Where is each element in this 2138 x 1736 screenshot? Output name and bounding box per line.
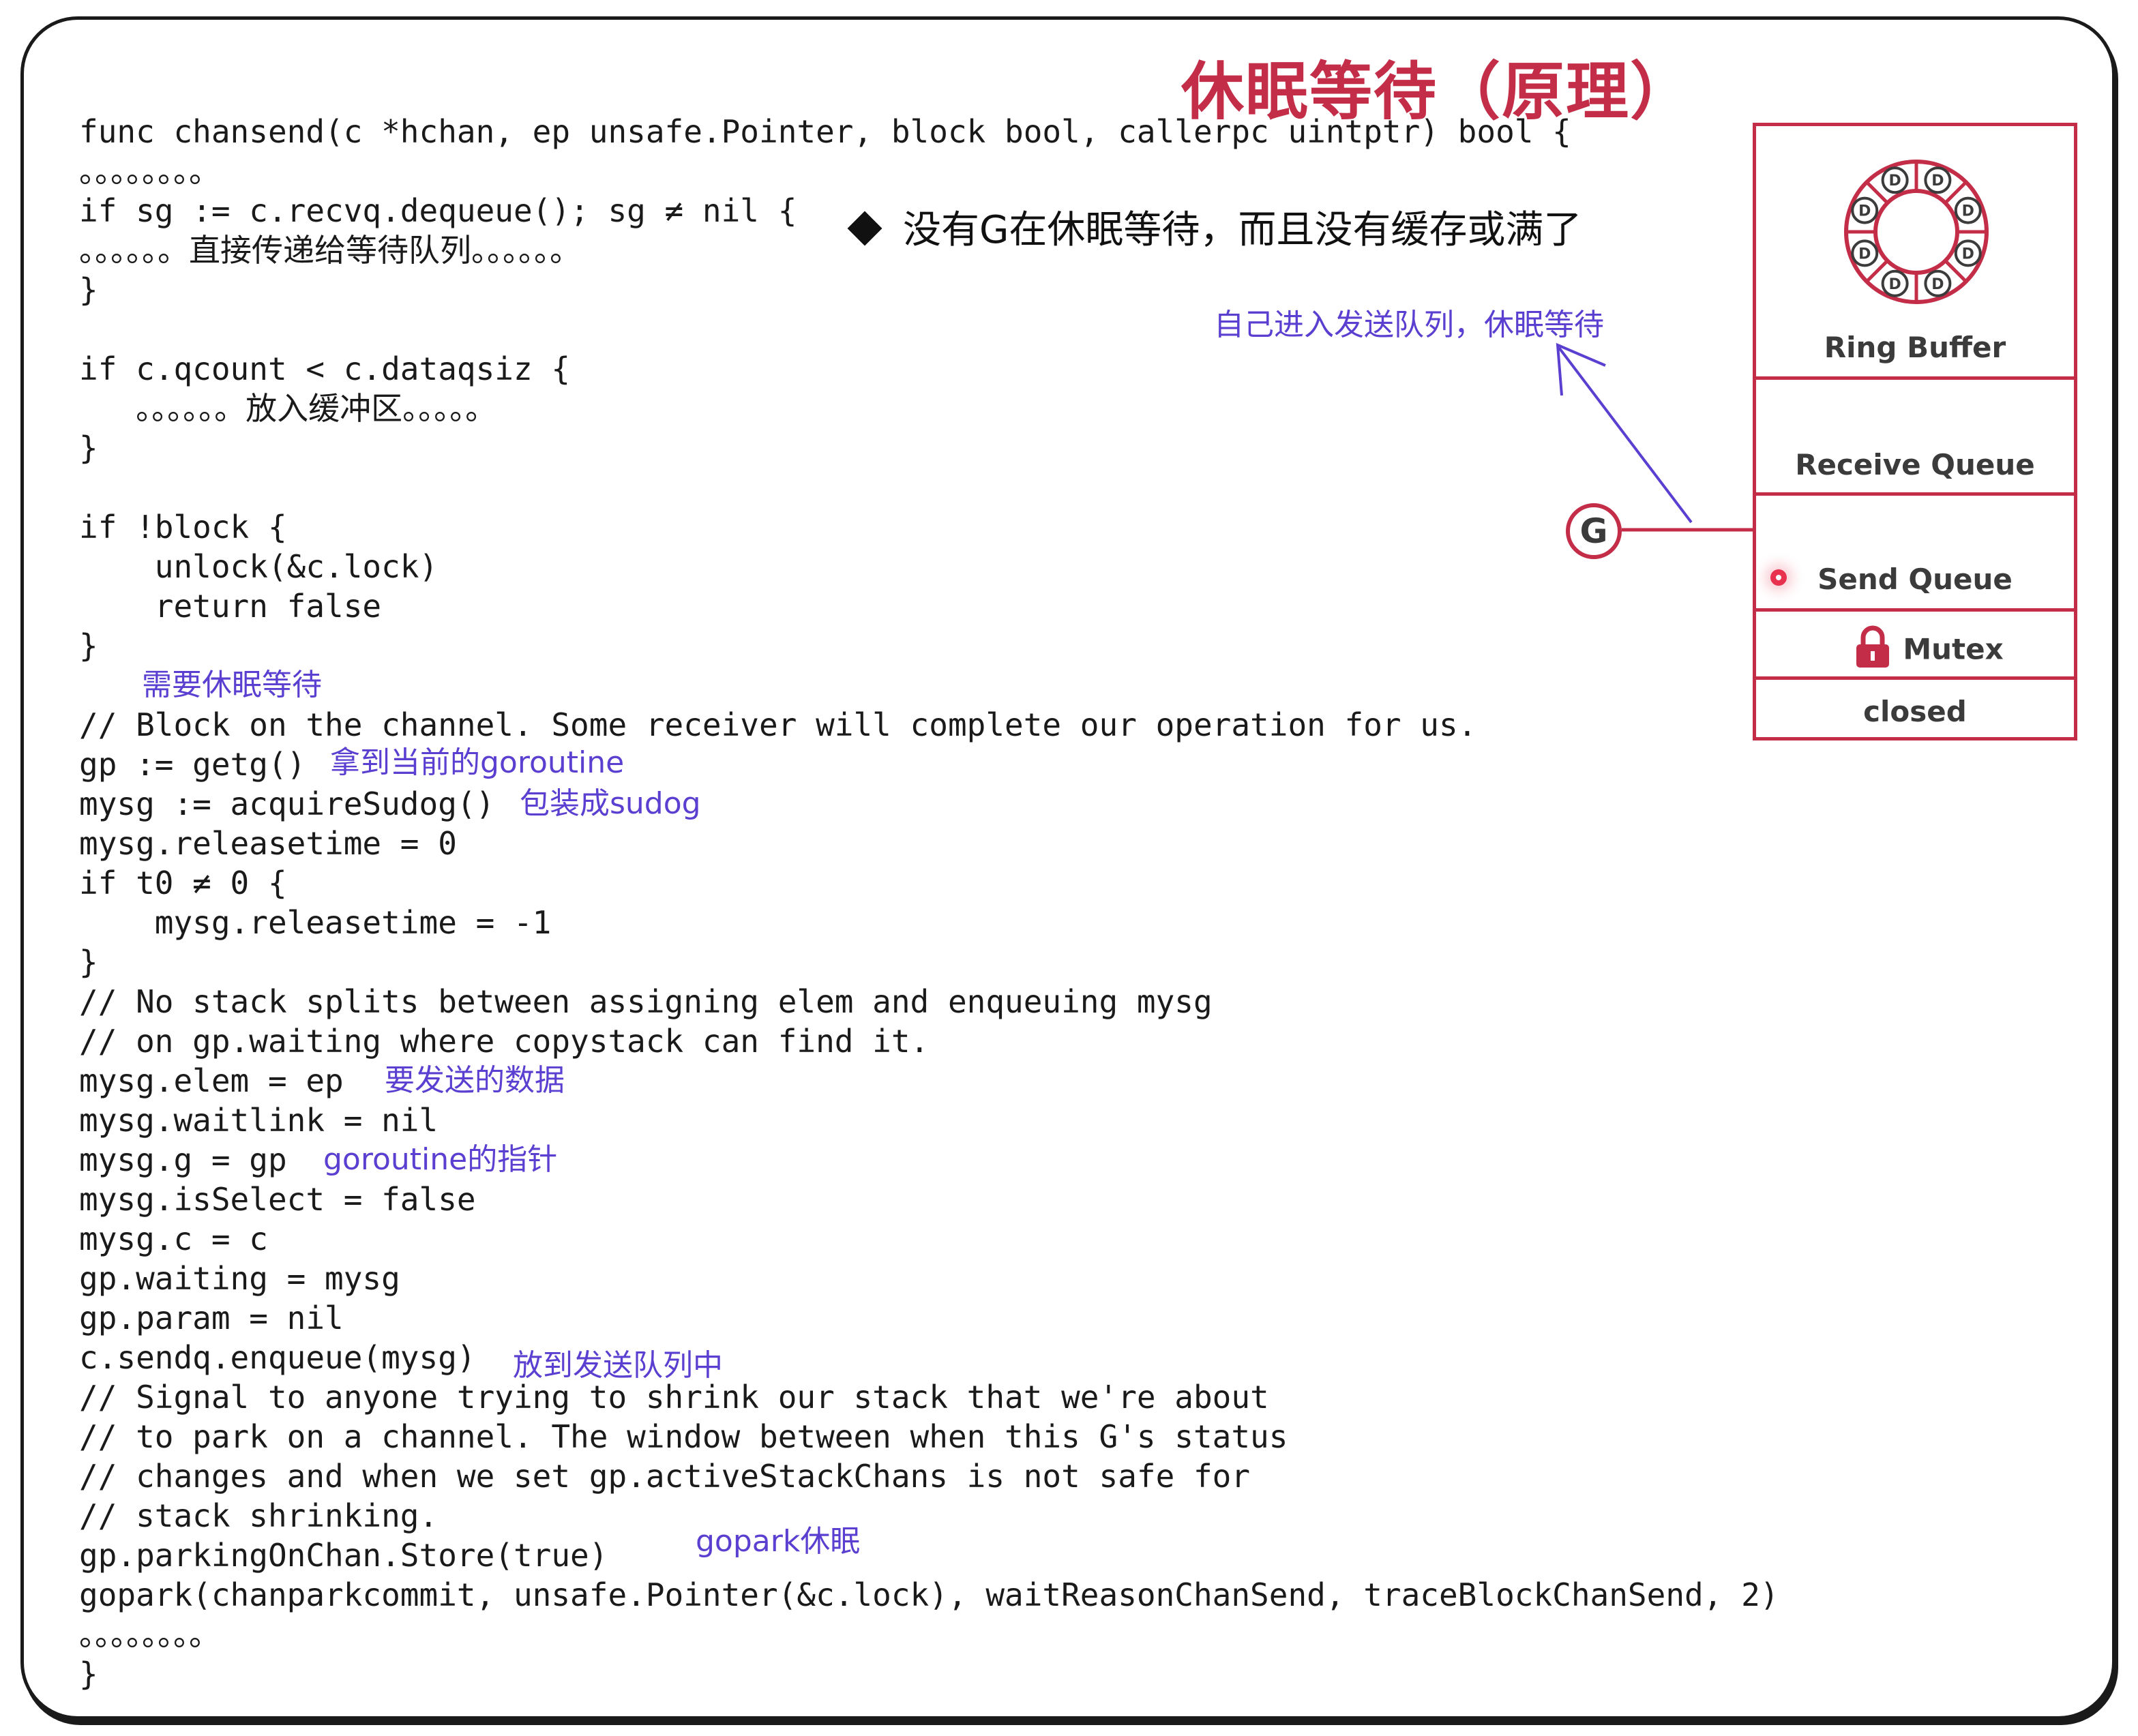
svg-text:D: D	[1858, 245, 1871, 263]
svg-text:D: D	[1962, 245, 1974, 263]
ring-slot: D	[1881, 166, 1909, 194]
closed-label: closed	[1863, 695, 1967, 728]
lock-icon	[1856, 625, 1890, 668]
ring-slot: D	[1851, 239, 1879, 267]
closed-cell: closed	[1756, 680, 2074, 744]
ring-buffer-icon: DDDDDDDD	[1844, 160, 1989, 304]
svg-text:D: D	[1858, 203, 1871, 220]
ring-slot: D	[1851, 196, 1879, 224]
ring-buffer-cell: DDDDDDDD Ring Buffer	[1756, 126, 2074, 380]
send-queue-cell: Send Queue	[1756, 496, 2074, 612]
mutex-row: Mutex	[1756, 625, 2074, 673]
mutex-cell: Mutex	[1756, 612, 2074, 680]
svg-text:D: D	[1962, 203, 1974, 220]
svg-text:D: D	[1931, 276, 1944, 293]
ring-slot: D	[1881, 269, 1909, 297]
svg-text:D: D	[1931, 173, 1944, 190]
mutex-label: Mutex	[1903, 632, 2004, 666]
receive-queue-label: Receive Queue	[1795, 448, 2035, 481]
send-queue-marker-dot	[1770, 569, 1787, 586]
ring-slot: D	[1954, 196, 1982, 224]
svg-text:D: D	[1888, 173, 1901, 190]
arrow-line-to-annotation	[1558, 346, 1693, 524]
receive-queue-cell: Receive Queue	[1756, 380, 2074, 496]
ring-buffer-label: Ring Buffer	[1824, 331, 2006, 364]
send-queue-label: Send Queue	[1817, 563, 2013, 596]
arrow-head-to-annotation	[1556, 342, 1606, 396]
goroutine-g-node: G	[1566, 503, 1622, 559]
ring-slot: D	[1924, 269, 1952, 297]
hchan-panel: DDDDDDDD Ring Buffer Receive Queue Send …	[1753, 123, 2077, 740]
svg-text:D: D	[1888, 276, 1901, 293]
ring-slot: D	[1954, 239, 1982, 267]
ring-slot: D	[1924, 166, 1952, 194]
